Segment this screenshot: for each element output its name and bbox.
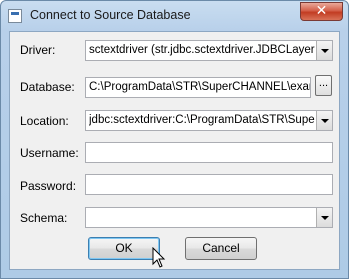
chevron-down-icon[interactable] [316, 111, 332, 130]
database-label: Database: [20, 80, 75, 94]
close-icon: ✕ [315, 3, 328, 19]
browse-database-button[interactable]: ... [315, 75, 332, 96]
password-field[interactable] [85, 174, 333, 195]
title-bar[interactable]: Connect to Source Database ✕ [1, 1, 348, 31]
location-dropdown[interactable]: jdbc:sctextdriver:C:\ProgramData\STR\Sup… [85, 110, 333, 131]
schema-label: Schema: [20, 211, 68, 225]
close-button[interactable]: ✕ [300, 2, 343, 21]
location-label: Location: [20, 114, 69, 128]
chevron-down-icon[interactable] [316, 41, 332, 60]
username-label: Username: [20, 146, 79, 160]
database-app-icon [8, 9, 22, 23]
username-field[interactable] [85, 142, 333, 163]
cancel-button[interactable]: Cancel [185, 237, 257, 260]
dialog-content: Driver: sctextdriver (str.jdbc.sctextdri… [9, 31, 340, 270]
mouse-pointer-icon [152, 247, 166, 268]
schema-dropdown[interactable] [85, 207, 333, 228]
database-value: C:\ProgramData\STR\SuperCHANNEL\examp [89, 81, 310, 93]
driver-value: sctextdriver (str.jdbc.sctextdriver.JDBC… [89, 44, 315, 56]
password-label: Password: [20, 179, 77, 193]
dialog-window: Connect to Source Database ✕ Driver: sct… [0, 0, 349, 279]
database-field[interactable]: C:\ProgramData\STR\SuperCHANNEL\examp [85, 77, 311, 98]
ok-button[interactable]: OK [88, 237, 160, 260]
window-title: Connect to Source Database [30, 8, 191, 22]
driver-dropdown[interactable]: sctextdriver (str.jdbc.sctextdriver.JDBC… [85, 40, 333, 61]
driver-label: Driver: [20, 43, 56, 57]
location-value: jdbc:sctextdriver:C:\ProgramData\STR\Sup… [89, 114, 315, 126]
chevron-down-icon[interactable] [316, 208, 332, 227]
